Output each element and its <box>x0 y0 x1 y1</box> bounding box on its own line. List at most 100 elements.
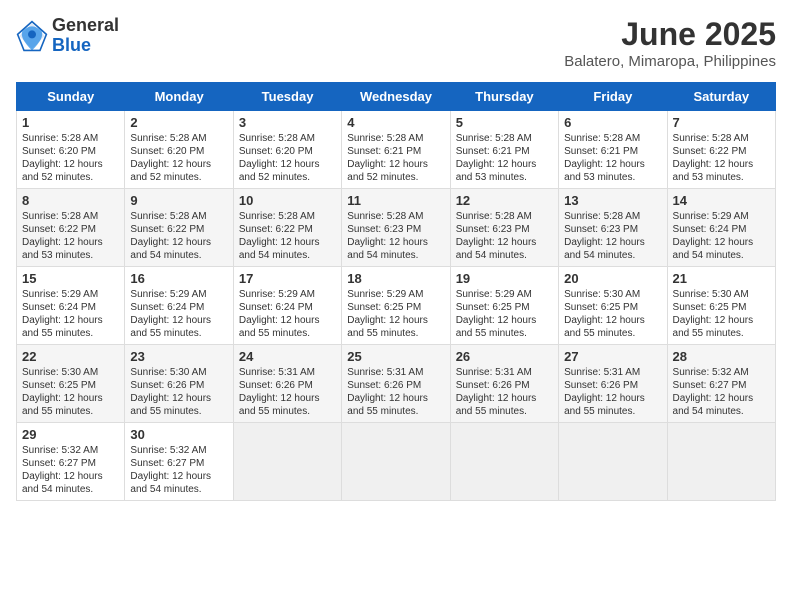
day-info-line: and 54 minutes. <box>130 483 227 496</box>
day-number: 28 <box>673 349 770 364</box>
logo-text: General Blue <box>52 16 119 56</box>
day-info-line: Sunrise: 5:29 AM <box>130 288 227 301</box>
calendar-cell <box>667 423 775 501</box>
day-info-line: Daylight: 12 hours <box>130 314 227 327</box>
day-info-line: Sunset: 6:25 PM <box>347 301 444 314</box>
day-info-line: and 55 minutes. <box>673 327 770 340</box>
day-info-line: Sunset: 6:24 PM <box>239 301 336 314</box>
weekday-header-tuesday: Tuesday <box>233 83 341 111</box>
day-info-line: Daylight: 12 hours <box>564 314 661 327</box>
day-info-line: Sunrise: 5:28 AM <box>239 210 336 223</box>
day-number: 6 <box>564 115 661 130</box>
day-info-line: and 54 minutes. <box>130 249 227 262</box>
day-info-line: Daylight: 12 hours <box>564 236 661 249</box>
day-info-line: and 54 minutes. <box>456 249 553 262</box>
day-info-line: Sunset: 6:20 PM <box>239 145 336 158</box>
title-area: June 2025 Balatero, Mimaropa, Philippine… <box>564 16 776 70</box>
day-info-line: Daylight: 12 hours <box>347 392 444 405</box>
day-info-line: Sunset: 6:21 PM <box>347 145 444 158</box>
day-info-line: Daylight: 12 hours <box>456 158 553 171</box>
day-number: 14 <box>673 193 770 208</box>
day-info-line: and 52 minutes. <box>22 171 119 184</box>
day-info-line: Sunset: 6:20 PM <box>22 145 119 158</box>
calendar-table: SundayMondayTuesdayWednesdayThursdayFrid… <box>16 82 776 501</box>
day-info-line: Sunset: 6:27 PM <box>130 457 227 470</box>
day-number: 9 <box>130 193 227 208</box>
day-info-line: Daylight: 12 hours <box>456 392 553 405</box>
day-info-line: and 53 minutes. <box>673 171 770 184</box>
calendar-cell: 9Sunrise: 5:28 AMSunset: 6:22 PMDaylight… <box>125 189 233 267</box>
header: General Blue June 2025 Balatero, Mimarop… <box>16 16 776 70</box>
calendar-cell <box>450 423 558 501</box>
calendar-cell: 8Sunrise: 5:28 AMSunset: 6:22 PMDaylight… <box>17 189 125 267</box>
day-info-line: Sunset: 6:25 PM <box>456 301 553 314</box>
day-info-line: Sunrise: 5:30 AM <box>564 288 661 301</box>
day-info-line: Sunrise: 5:29 AM <box>456 288 553 301</box>
day-info-line: Sunrise: 5:28 AM <box>564 210 661 223</box>
day-info-line: and 54 minutes. <box>673 249 770 262</box>
day-info-line: Sunrise: 5:28 AM <box>347 132 444 145</box>
day-info-line: and 53 minutes. <box>456 171 553 184</box>
day-info-line: Daylight: 12 hours <box>130 236 227 249</box>
calendar-week-row: 8Sunrise: 5:28 AMSunset: 6:22 PMDaylight… <box>17 189 776 267</box>
month-title: June 2025 <box>564 16 776 53</box>
day-info-line: Sunset: 6:22 PM <box>22 223 119 236</box>
day-info-line: Sunset: 6:24 PM <box>673 223 770 236</box>
day-info-line: Sunrise: 5:31 AM <box>564 366 661 379</box>
day-info-line: Daylight: 12 hours <box>564 392 661 405</box>
calendar-week-row: 1Sunrise: 5:28 AMSunset: 6:20 PMDaylight… <box>17 111 776 189</box>
day-number: 1 <box>22 115 119 130</box>
calendar-week-row: 29Sunrise: 5:32 AMSunset: 6:27 PMDayligh… <box>17 423 776 501</box>
calendar-cell: 5Sunrise: 5:28 AMSunset: 6:21 PMDaylight… <box>450 111 558 189</box>
calendar-header: SundayMondayTuesdayWednesdayThursdayFrid… <box>17 83 776 111</box>
weekday-header-monday: Monday <box>125 83 233 111</box>
day-info-line: Sunrise: 5:30 AM <box>22 366 119 379</box>
day-info-line: Sunrise: 5:28 AM <box>22 132 119 145</box>
calendar-cell: 29Sunrise: 5:32 AMSunset: 6:27 PMDayligh… <box>17 423 125 501</box>
day-info-line: Sunrise: 5:31 AM <box>456 366 553 379</box>
day-info-line: Sunset: 6:22 PM <box>239 223 336 236</box>
day-info-line: Sunrise: 5:29 AM <box>239 288 336 301</box>
day-info-line: Sunset: 6:26 PM <box>239 379 336 392</box>
calendar-cell: 27Sunrise: 5:31 AMSunset: 6:26 PMDayligh… <box>559 345 667 423</box>
day-info-line: Sunset: 6:27 PM <box>673 379 770 392</box>
day-info-line: and 54 minutes. <box>239 249 336 262</box>
day-info-line: Sunrise: 5:28 AM <box>130 132 227 145</box>
calendar-cell: 16Sunrise: 5:29 AMSunset: 6:24 PMDayligh… <box>125 267 233 345</box>
calendar-week-row: 22Sunrise: 5:30 AMSunset: 6:25 PMDayligh… <box>17 345 776 423</box>
day-info-line: Sunrise: 5:29 AM <box>673 210 770 223</box>
day-number: 11 <box>347 193 444 208</box>
weekday-header-sunday: Sunday <box>17 83 125 111</box>
calendar-cell: 14 Sunrise: 5:29 AMSunset: 6:24 PMDayligh… <box>667 189 775 267</box>
calendar-cell: 3Sunrise: 5:28 AMSunset: 6:20 PMDaylight… <box>233 111 341 189</box>
day-info-line: Sunrise: 5:28 AM <box>564 132 661 145</box>
day-info-line: and 52 minutes. <box>239 171 336 184</box>
calendar-cell: 6Sunrise: 5:28 AMSunset: 6:21 PMDaylight… <box>559 111 667 189</box>
day-number: 12 <box>456 193 553 208</box>
calendar-cell: 11Sunrise: 5:28 AMSunset: 6:23 PMDayligh… <box>342 189 450 267</box>
day-info-line: and 54 minutes. <box>673 405 770 418</box>
calendar-cell: 1Sunrise: 5:28 AMSunset: 6:20 PMDaylight… <box>17 111 125 189</box>
calendar-cell: 2Sunrise: 5:28 AMSunset: 6:20 PMDaylight… <box>125 111 233 189</box>
day-number: 27 <box>564 349 661 364</box>
day-info-line: and 55 minutes. <box>130 327 227 340</box>
day-info-line: Sunrise: 5:31 AM <box>239 366 336 379</box>
day-info-line: Daylight: 12 hours <box>456 314 553 327</box>
weekday-header-saturday: Saturday <box>667 83 775 111</box>
day-info-line: Daylight: 12 hours <box>673 392 770 405</box>
calendar-cell: 24Sunrise: 5:31 AMSunset: 6:26 PMDayligh… <box>233 345 341 423</box>
weekday-header-friday: Friday <box>559 83 667 111</box>
calendar-cell: 18Sunrise: 5:29 AMSunset: 6:25 PMDayligh… <box>342 267 450 345</box>
day-info-line: and 55 minutes. <box>347 327 444 340</box>
day-info-line: Daylight: 12 hours <box>347 158 444 171</box>
day-info-line: Sunset: 6:23 PM <box>347 223 444 236</box>
day-info-line: and 55 minutes. <box>22 327 119 340</box>
day-info-line: Sunset: 6:22 PM <box>130 223 227 236</box>
day-info-line: Sunrise: 5:32 AM <box>22 444 119 457</box>
day-number: 13 <box>564 193 661 208</box>
day-info-line: Sunset: 6:26 PM <box>130 379 227 392</box>
day-info-line: Daylight: 12 hours <box>239 236 336 249</box>
day-info-line: and 53 minutes. <box>22 249 119 262</box>
day-info-line: Daylight: 12 hours <box>673 236 770 249</box>
day-number: 24 <box>239 349 336 364</box>
